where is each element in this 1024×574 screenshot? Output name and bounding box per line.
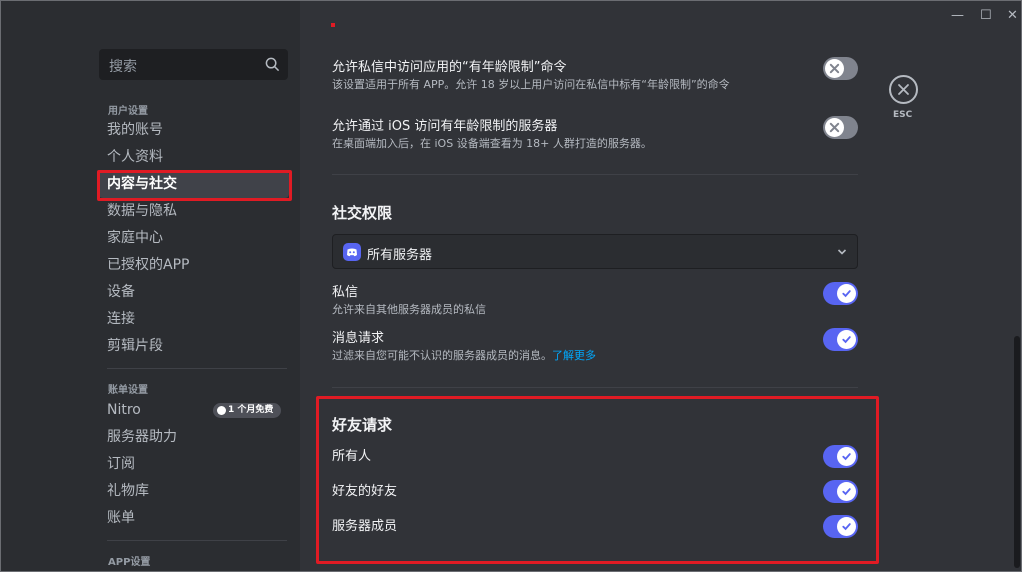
sidebar-item-clips[interactable]: 剪辑片段 bbox=[99, 333, 289, 360]
learn-more-link[interactable]: 了解更多 bbox=[552, 349, 596, 362]
sidebar-item-subscriptions[interactable]: 订阅 bbox=[99, 451, 289, 478]
app-settings-header: APP设置 bbox=[108, 557, 151, 568]
message-requests-title: 消息请求 bbox=[332, 331, 385, 346]
sidebar-item-my-account[interactable]: 我的账号 bbox=[99, 117, 289, 144]
chevron-down-icon bbox=[837, 249, 847, 255]
minimize-icon[interactable]: — bbox=[951, 8, 964, 23]
age-dm-desc: 该设置适用于所有 APP。允许 18 岁以上用户访问在私信中标有“年龄限制”的命… bbox=[332, 78, 730, 91]
search-icon bbox=[265, 57, 280, 72]
sidebar-item-authorized-apps[interactable]: 已授权的APP bbox=[99, 252, 289, 279]
toggle-knob bbox=[825, 118, 844, 137]
age-ios-title: 允许通过 iOS 访问有年龄限制的服务器 bbox=[332, 119, 558, 134]
toggle-knob bbox=[837, 284, 856, 303]
age-ios-toggle[interactable] bbox=[823, 116, 858, 139]
close-button[interactable] bbox=[889, 75, 918, 104]
close-window-icon[interactable]: ✕ bbox=[1007, 8, 1018, 23]
sidebar-item-data-privacy[interactable]: 数据与隐私 bbox=[99, 198, 289, 225]
user-settings-header: 用户设置 bbox=[108, 106, 148, 117]
age-ios-desc: 在桌面端加入后，在 iOS 设备端查看为 18+ 人群打造的服务器。 bbox=[332, 137, 652, 150]
check-icon bbox=[842, 336, 851, 344]
red-marker bbox=[331, 23, 335, 27]
toggle-knob bbox=[837, 330, 856, 349]
dm-title: 私信 bbox=[332, 285, 359, 300]
close-icon bbox=[898, 84, 909, 95]
nitro-badge-label: 1 个月免费 bbox=[228, 405, 274, 415]
settings-window: 搜索 用户设置 我的账号 个人资料 内容与社交 数据与隐私 家庭中心 已授权的A… bbox=[0, 0, 1022, 572]
age-dm-toggle[interactable] bbox=[823, 57, 858, 80]
section-divider bbox=[332, 387, 858, 388]
message-requests-desc-text: 过滤来自您可能不认识的服务器成员的消息。 bbox=[332, 349, 552, 362]
sidebar-item-gift-inventory[interactable]: 礼物库 bbox=[99, 478, 289, 505]
discord-icon bbox=[343, 243, 361, 261]
sidebar-divider bbox=[107, 368, 287, 369]
dm-desc: 允许来自其他服务器成员的私信 bbox=[332, 303, 486, 316]
maximize-icon[interactable]: ☐ bbox=[980, 8, 992, 23]
settings-sidebar: 搜索 用户设置 我的账号 个人资料 内容与社交 数据与隐私 家庭中心 已授权的A… bbox=[1, 1, 300, 571]
sidebar-item-connections[interactable]: 连接 bbox=[99, 306, 289, 333]
billing-settings-header: 账单设置 bbox=[108, 385, 148, 396]
section-divider bbox=[332, 174, 858, 175]
toggle-knob bbox=[825, 59, 844, 78]
sidebar-item-profile[interactable]: 个人资料 bbox=[99, 144, 289, 171]
active-item-highlight bbox=[97, 170, 292, 201]
sidebar-item-family-center[interactable]: 家庭中心 bbox=[99, 225, 289, 252]
sidebar-divider bbox=[107, 540, 287, 541]
check-icon bbox=[842, 290, 851, 298]
dropdown-value: 所有服务器 bbox=[367, 248, 433, 263]
sidebar-item-devices[interactable]: 设备 bbox=[99, 279, 289, 306]
server-select-dropdown[interactable]: 所有服务器 bbox=[332, 234, 858, 269]
search-placeholder: 搜索 bbox=[109, 59, 137, 75]
social-permissions-heading: 社交权限 bbox=[332, 204, 393, 222]
clock-icon bbox=[217, 406, 226, 415]
message-requests-toggle[interactable] bbox=[823, 328, 858, 351]
esc-label: ESC bbox=[893, 110, 913, 120]
x-icon bbox=[829, 63, 840, 74]
search-input[interactable]: 搜索 bbox=[99, 49, 288, 80]
sidebar-item-server-boost[interactable]: 服务器助力 bbox=[99, 424, 289, 451]
message-requests-desc: 过滤来自您可能不认识的服务器成员的消息。了解更多 bbox=[332, 347, 596, 363]
friend-requests-highlight bbox=[316, 396, 879, 564]
nitro-free-badge: 1 个月免费 bbox=[213, 403, 281, 418]
dm-toggle[interactable] bbox=[823, 282, 858, 305]
age-dm-title: 允许私信中访问应用的“有年龄限制”命令 bbox=[332, 60, 567, 75]
x-icon bbox=[829, 122, 840, 133]
scrollbar[interactable] bbox=[1014, 336, 1020, 568]
sidebar-item-billing[interactable]: 账单 bbox=[99, 505, 289, 532]
